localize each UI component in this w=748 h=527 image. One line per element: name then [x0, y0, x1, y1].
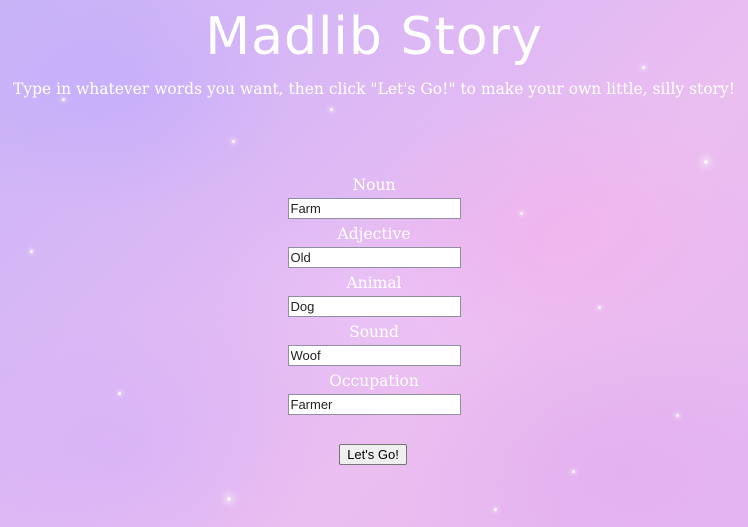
- occupation-label: Occupation: [329, 372, 419, 390]
- sound-label: Sound: [349, 323, 399, 341]
- madlib-form: Noun Adjective Animal Sound Occupation: [0, 174, 748, 419]
- adjective-field: Adjective: [0, 223, 748, 272]
- madlib-page: { "header": { "title": "Madlib Story", "…: [0, 0, 748, 527]
- page-subtitle: Type in whatever words you want, then cl…: [13, 80, 735, 98]
- noun-label: Noun: [352, 176, 396, 194]
- adjective-input[interactable]: [287, 247, 461, 268]
- animal-field: Animal: [0, 272, 748, 321]
- page-title: Madlib Story: [205, 7, 543, 67]
- noun-input[interactable]: [287, 198, 461, 219]
- adjective-label: Adjective: [337, 225, 411, 243]
- lets-go-button[interactable]: Let's Go!: [339, 444, 407, 465]
- noun-field: Noun: [0, 174, 748, 223]
- animal-input[interactable]: [287, 296, 461, 317]
- animal-label: Animal: [346, 274, 402, 292]
- occupation-field: Occupation: [0, 370, 748, 419]
- sound-input[interactable]: [287, 345, 461, 366]
- sound-field: Sound: [0, 321, 748, 370]
- occupation-input[interactable]: [287, 394, 461, 415]
